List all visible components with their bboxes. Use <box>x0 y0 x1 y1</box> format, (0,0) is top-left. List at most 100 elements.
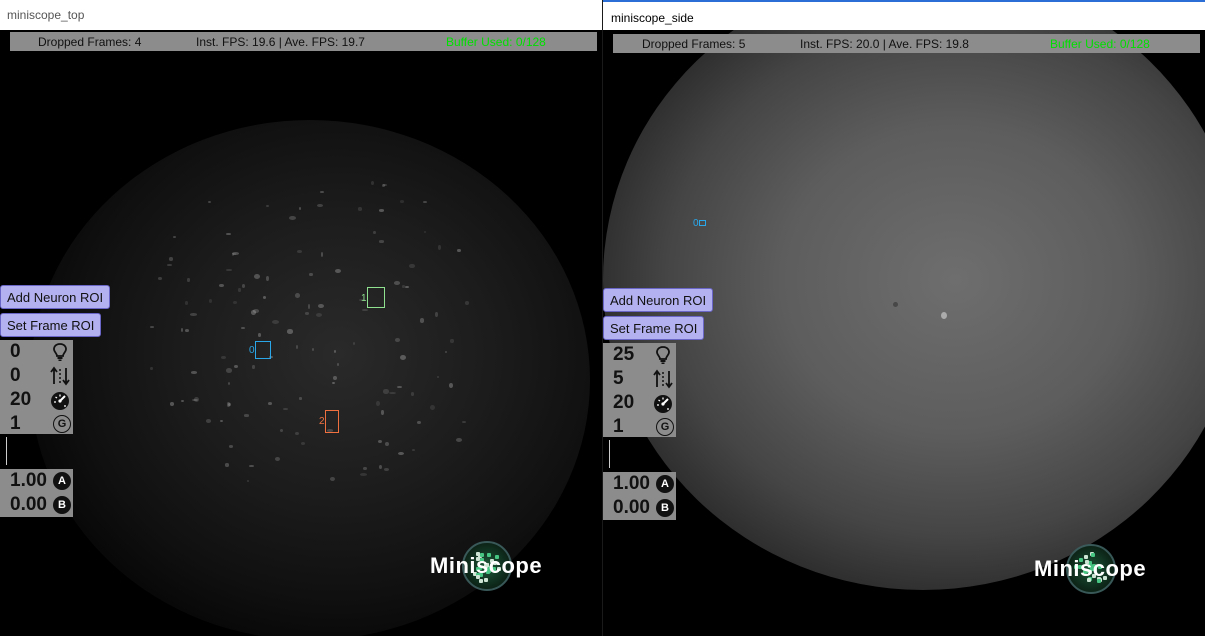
title-bar[interactable]: miniscope_top <box>0 0 602 30</box>
neuron-speck <box>298 207 301 211</box>
neuron-speck <box>294 431 300 435</box>
fps-value: 20 <box>10 389 32 410</box>
slider-handle[interactable] <box>609 440 610 468</box>
gain-control[interactable]: 1 G <box>603 415 676 439</box>
neuron-speck <box>225 463 229 467</box>
neuron-speck <box>309 272 313 277</box>
neuron-speck <box>297 249 302 253</box>
fps-value: 20 <box>613 392 635 413</box>
display-b-control[interactable]: 0.00 B <box>603 496 676 520</box>
neuron-speck <box>185 328 190 332</box>
neuron-speck <box>206 418 211 423</box>
gain-value: 1 <box>613 416 624 437</box>
neuron-speck <box>266 204 270 207</box>
set-frame-roi-button[interactable]: Set Frame ROI <box>0 313 102 337</box>
neuron-speck <box>398 451 404 456</box>
neuron-speck <box>333 375 338 380</box>
add-neuron-roi-button[interactable]: Add Neuron ROI <box>603 288 714 312</box>
gain-value: 1 <box>10 413 21 434</box>
dropped-frames: Dropped Frames: 4 <box>38 35 142 49</box>
neuron-speck <box>248 464 254 468</box>
neuron-speck <box>378 240 385 243</box>
slider-handle[interactable] <box>6 437 7 465</box>
roi-label: 2 <box>319 416 325 427</box>
logo-dot <box>478 579 483 584</box>
display-a-control[interactable]: 1.00 A <box>0 469 73 493</box>
focus-control[interactable]: 0 <box>0 364 73 388</box>
neuron-speck <box>376 401 380 407</box>
buffer-used: Buffer Used: 0/128 <box>446 35 546 49</box>
miniscope-side-window: miniscope_side Dropped Frames: 5 Inst. F… <box>603 0 1205 636</box>
b-circle-icon: B <box>53 496 71 514</box>
display-b-value: 0.00 <box>10 494 47 515</box>
neuron-speck <box>457 248 461 252</box>
neuron-speck <box>168 257 174 261</box>
a-circle-icon: A <box>656 475 674 493</box>
fps-control[interactable]: 20 <box>0 388 73 412</box>
display-b-control[interactable]: 0.00 B <box>0 493 73 517</box>
bright-spot <box>941 312 947 319</box>
display-a-control[interactable]: 1.00 A <box>603 472 676 496</box>
neuron-roi[interactable] <box>255 341 271 359</box>
fps-readout: Inst. FPS: 20.0 | Ave. FPS: 19.8 <box>800 37 969 51</box>
neuron-speck <box>429 405 435 411</box>
window-title: miniscope_side <box>611 11 694 25</box>
gain-control[interactable]: 1 G <box>0 412 73 436</box>
neuron-speck <box>307 304 310 309</box>
neuron-speck <box>395 338 400 342</box>
neuron-speck <box>399 200 404 203</box>
neuron-speck <box>385 441 390 446</box>
set-frame-roi-button[interactable]: Set Frame ROI <box>603 316 705 340</box>
video-view[interactable]: Dropped Frames: 4 Inst. FPS: 19.6 | Ave.… <box>0 30 602 636</box>
led-control[interactable]: 25 <box>603 343 676 367</box>
neuron-roi[interactable] <box>699 220 706 226</box>
dark-spot <box>893 302 898 307</box>
neuron-speck <box>411 448 416 451</box>
neuron-speck <box>240 326 245 329</box>
roi-label: 0 <box>249 345 255 356</box>
status-bar: Dropped Frames: 5 Inst. FPS: 20.0 | Ave.… <box>613 34 1200 53</box>
status-bar: Dropped Frames: 4 Inst. FPS: 19.6 | Ave.… <box>10 32 597 51</box>
neuron-speck <box>401 285 406 288</box>
roi-label: 1 <box>361 293 367 304</box>
neuron-speck <box>167 263 172 267</box>
neuron-speck <box>304 312 309 315</box>
logo-text: Miniscope <box>1034 556 1147 581</box>
focus-arrows-icon <box>653 369 673 389</box>
neuron-speck <box>455 438 462 443</box>
lightbulb-icon <box>53 343 67 361</box>
focus-control[interactable]: 5 <box>603 367 676 391</box>
neuron-speck <box>289 216 296 221</box>
video-view[interactable]: Dropped Frames: 5 Inst. FPS: 20.0 | Ave.… <box>603 30 1205 636</box>
neuron-speck <box>187 278 190 282</box>
a-circle-icon: A <box>53 472 71 490</box>
neuron-speck <box>370 180 374 185</box>
led-value: 0 <box>10 341 21 362</box>
speedometer-icon <box>51 392 69 410</box>
display-a-value: 1.00 <box>613 473 650 494</box>
add-neuron-roi-button[interactable]: Add Neuron ROI <box>0 285 111 309</box>
neuron-speck <box>191 371 197 374</box>
neuron-speck <box>180 328 183 333</box>
neuron-speck <box>252 364 255 369</box>
neuron-speck <box>267 401 273 405</box>
gain-g-icon: G <box>53 415 71 433</box>
neuron-speck <box>287 329 293 334</box>
neuron-roi[interactable] <box>325 410 339 433</box>
led-value: 25 <box>613 344 635 365</box>
neuron-roi[interactable] <box>367 287 385 308</box>
fps-control[interactable]: 20 <box>603 391 676 415</box>
neuron-speck <box>319 190 324 194</box>
roi-label: 0 <box>693 218 699 229</box>
neuron-speck <box>228 445 234 448</box>
window-title: miniscope_top <box>7 8 85 22</box>
focus-value: 0 <box>10 365 21 386</box>
b-circle-icon: B <box>656 499 674 517</box>
neuron-speck <box>331 381 335 385</box>
led-control[interactable]: 0 <box>0 340 73 364</box>
neuron-speck <box>450 339 454 343</box>
title-bar[interactable]: miniscope_side <box>603 0 1205 30</box>
lightbulb-icon <box>656 346 670 364</box>
focus-value: 5 <box>613 368 624 389</box>
neuron-speck <box>232 300 238 304</box>
